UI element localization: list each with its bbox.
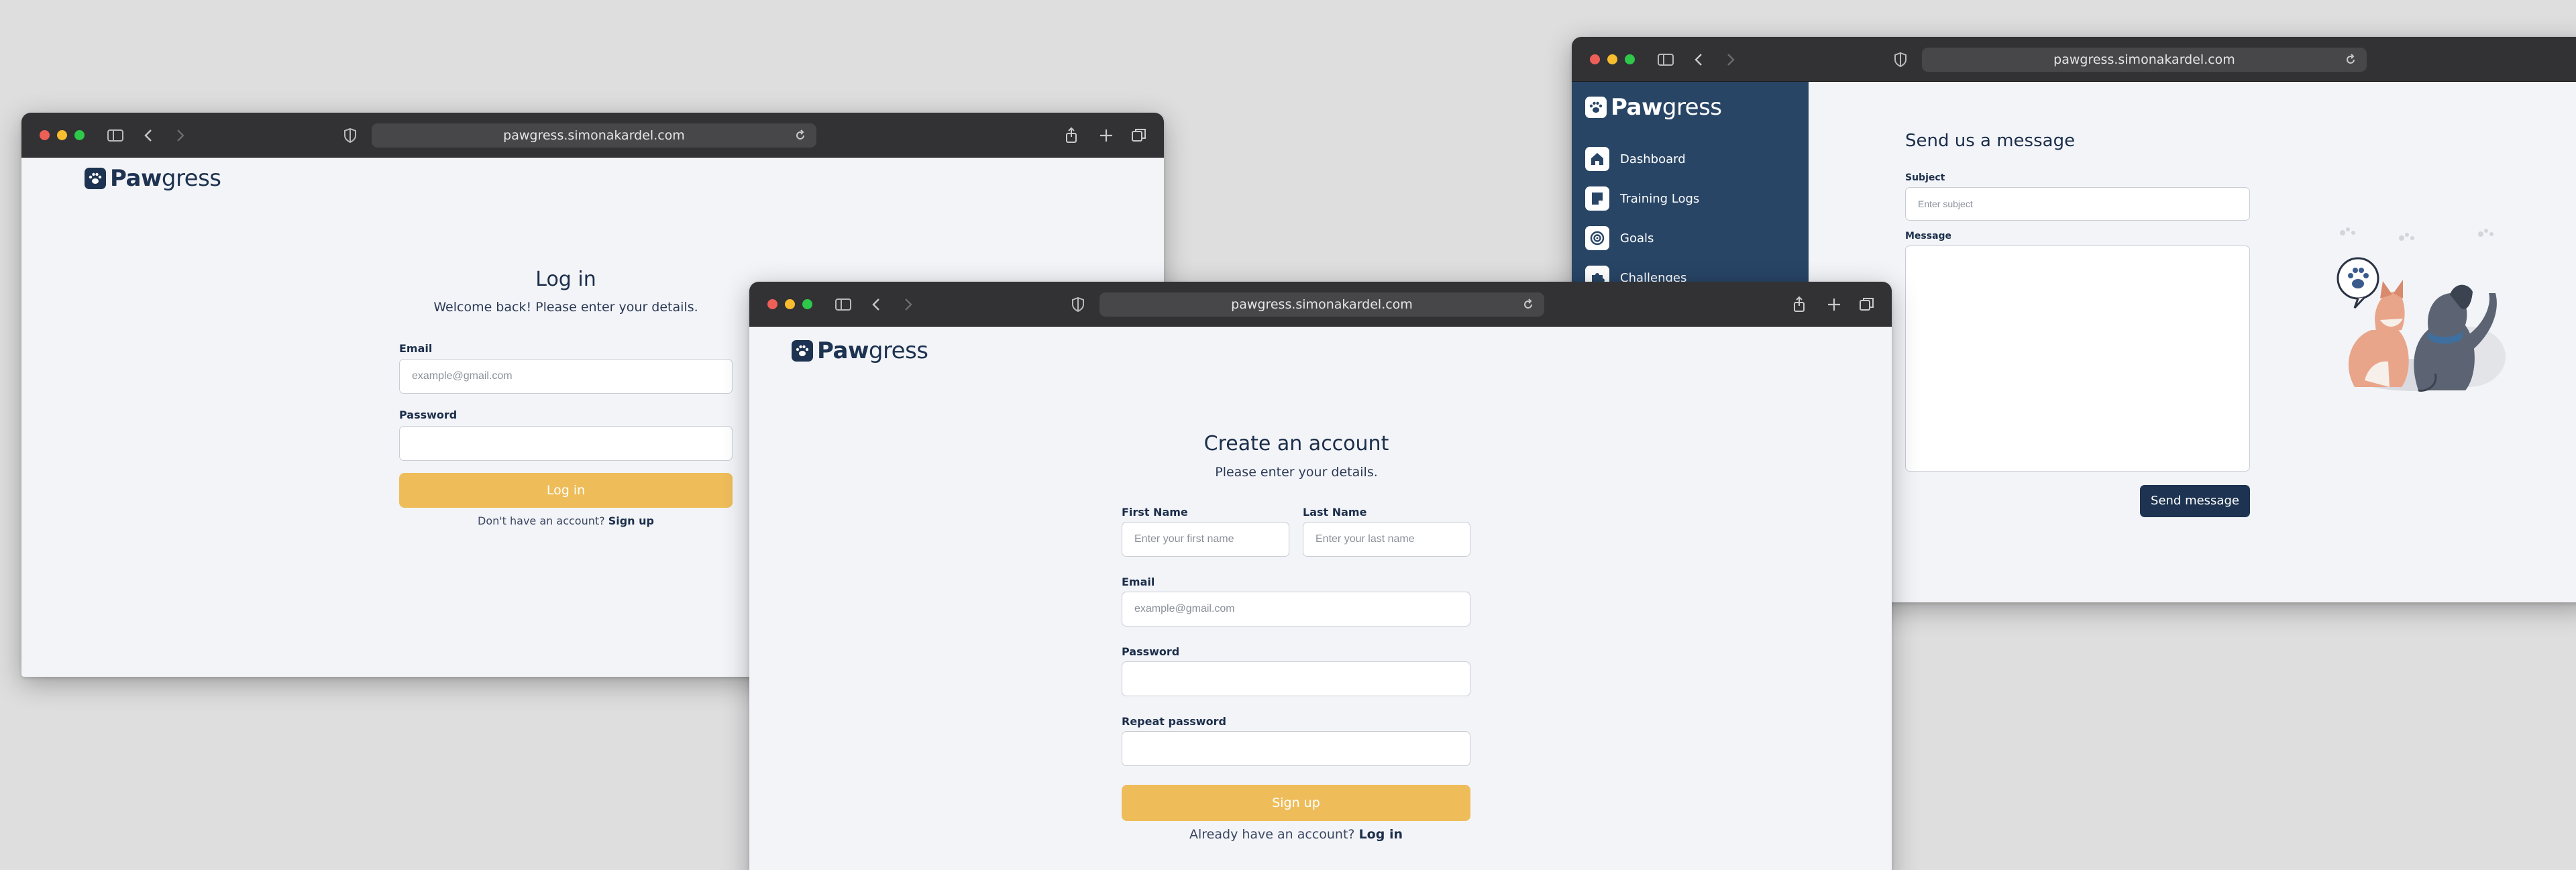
sidebar-item-label: Training Logs [1620, 191, 1700, 206]
url-text: pawgress.simonakardel.com [2053, 52, 2235, 67]
subject-input[interactable]: Enter subject [1905, 187, 2250, 221]
login-button[interactable]: Log in [399, 473, 733, 508]
close-window-button[interactable] [1590, 54, 1600, 64]
sidebar-item-goals[interactable]: Goals [1585, 225, 1654, 251]
forward-arrow-icon[interactable] [898, 295, 917, 314]
minimize-window-button[interactable] [1607, 54, 1617, 64]
email-input[interactable]: example@gmail.com [1122, 592, 1470, 627]
subject-label: Subject [1905, 172, 1945, 183]
paw-icon [792, 340, 813, 362]
minimize-window-button[interactable] [785, 299, 795, 309]
page-subtitle: Please enter your details. [1215, 465, 1378, 480]
reload-icon[interactable] [1521, 298, 1535, 311]
signup-prompt: Don't have an account? Sign up [399, 514, 733, 527]
signup-button[interactable]: Sign up [1122, 785, 1470, 821]
new-tab-icon[interactable] [1097, 126, 1116, 145]
address-bar[interactable]: pawgress.simonakardel.com [1922, 48, 2367, 72]
dogs-illustration [2337, 227, 2506, 392]
password-label: Password [399, 409, 458, 421]
close-window-button[interactable] [767, 299, 777, 309]
message-textarea[interactable] [1905, 246, 2250, 472]
password-input[interactable] [1122, 661, 1470, 696]
logo-wordmark: Pawgress [1611, 94, 1722, 121]
message-label: Message [1905, 231, 1952, 241]
close-window-button[interactable] [40, 130, 50, 140]
signup-page: Pawgress Create an account Please enter … [749, 327, 1892, 870]
pawgress-logo[interactable]: Pawgress [1585, 94, 1722, 121]
reload-icon[interactable] [2344, 53, 2357, 66]
maximize-window-button[interactable] [1625, 54, 1635, 64]
sidebar-toggle-icon[interactable] [106, 126, 125, 145]
send-message-button[interactable]: Send message [2140, 485, 2250, 517]
sidebar-toggle-icon[interactable] [1656, 50, 1675, 69]
email-label: Email [399, 342, 433, 355]
pawgress-logo[interactable]: Pawgress [792, 337, 928, 364]
sidebar-item-dashboard[interactable]: Dashboard [1585, 146, 1686, 172]
login-link[interactable]: Log in [1359, 827, 1403, 842]
logo-wordmark: Pawgress [817, 337, 928, 364]
minimize-window-button[interactable] [57, 130, 67, 140]
email-input[interactable]: example@gmail.com [399, 359, 733, 394]
password-input[interactable] [399, 426, 733, 461]
home-icon [1585, 147, 1609, 171]
first-name-label: First Name [1122, 506, 1188, 519]
sidebar-item-label: Dashboard [1620, 152, 1686, 166]
page-title: Send us a message [1905, 131, 2076, 151]
back-arrow-icon[interactable] [140, 126, 158, 145]
tab-overview-icon[interactable] [1858, 295, 1876, 314]
signup-browser-window: pawgress.simonakardel.com Pawgress Creat… [749, 282, 1892, 870]
signup-prompt-text: Don't have an account? [478, 514, 605, 527]
privacy-shield-icon[interactable] [1891, 50, 1910, 69]
paw-icon [1585, 97, 1607, 118]
page-title: Create an account [1203, 432, 1389, 455]
login-prompt: Already have an account? Log in [1122, 827, 1470, 842]
privacy-shield-icon[interactable] [341, 126, 360, 145]
address-bar[interactable]: pawgress.simonakardel.com [1099, 292, 1544, 317]
maximize-window-button[interactable] [802, 299, 812, 309]
new-tab-icon[interactable] [1825, 295, 1843, 314]
maximize-window-button[interactable] [74, 130, 85, 140]
repeat-password-input[interactable] [1122, 731, 1470, 766]
share-icon[interactable] [1790, 295, 1809, 314]
privacy-shield-icon[interactable] [1069, 295, 1087, 314]
repeat-password-label: Repeat password [1122, 715, 1226, 728]
sidebar-item-training-logs[interactable]: Training Logs [1585, 186, 1699, 211]
last-name-label: Last Name [1303, 506, 1367, 519]
email-label: Email [1122, 576, 1155, 588]
target-icon [1585, 226, 1609, 250]
tab-overview-icon[interactable] [1130, 126, 1148, 145]
forward-arrow-icon[interactable] [1721, 50, 1739, 69]
browser-titlebar: pawgress.simonakardel.com [1572, 37, 2576, 82]
url-text: pawgress.simonakardel.com [1231, 297, 1413, 312]
browser-titlebar: pawgress.simonakardel.com [749, 282, 1892, 327]
login-prompt-text: Already have an account? [1189, 827, 1355, 842]
first-name-input[interactable]: Enter your first name [1122, 522, 1289, 557]
signup-link[interactable]: Sign up [608, 514, 654, 527]
back-arrow-icon[interactable] [867, 295, 886, 314]
sidebar-item-label: Goals [1620, 231, 1654, 246]
last-name-input[interactable]: Enter your last name [1303, 522, 1470, 557]
back-arrow-icon[interactable] [1690, 50, 1709, 69]
address-bar[interactable]: pawgress.simonakardel.com [372, 123, 816, 148]
sidebar-toggle-icon[interactable] [834, 295, 853, 314]
pawgress-logo[interactable]: Pawgress [85, 165, 221, 192]
forward-arrow-icon[interactable] [170, 126, 189, 145]
share-icon[interactable] [1062, 126, 1081, 145]
notebook-icon [1585, 186, 1609, 211]
url-text: pawgress.simonakardel.com [503, 128, 685, 143]
logo-wordmark: Pawgress [110, 165, 221, 192]
reload-icon[interactable] [794, 129, 807, 142]
browser-titlebar: pawgress.simonakardel.com [21, 113, 1164, 158]
paw-icon [85, 168, 106, 189]
password-label: Password [1122, 645, 1180, 658]
